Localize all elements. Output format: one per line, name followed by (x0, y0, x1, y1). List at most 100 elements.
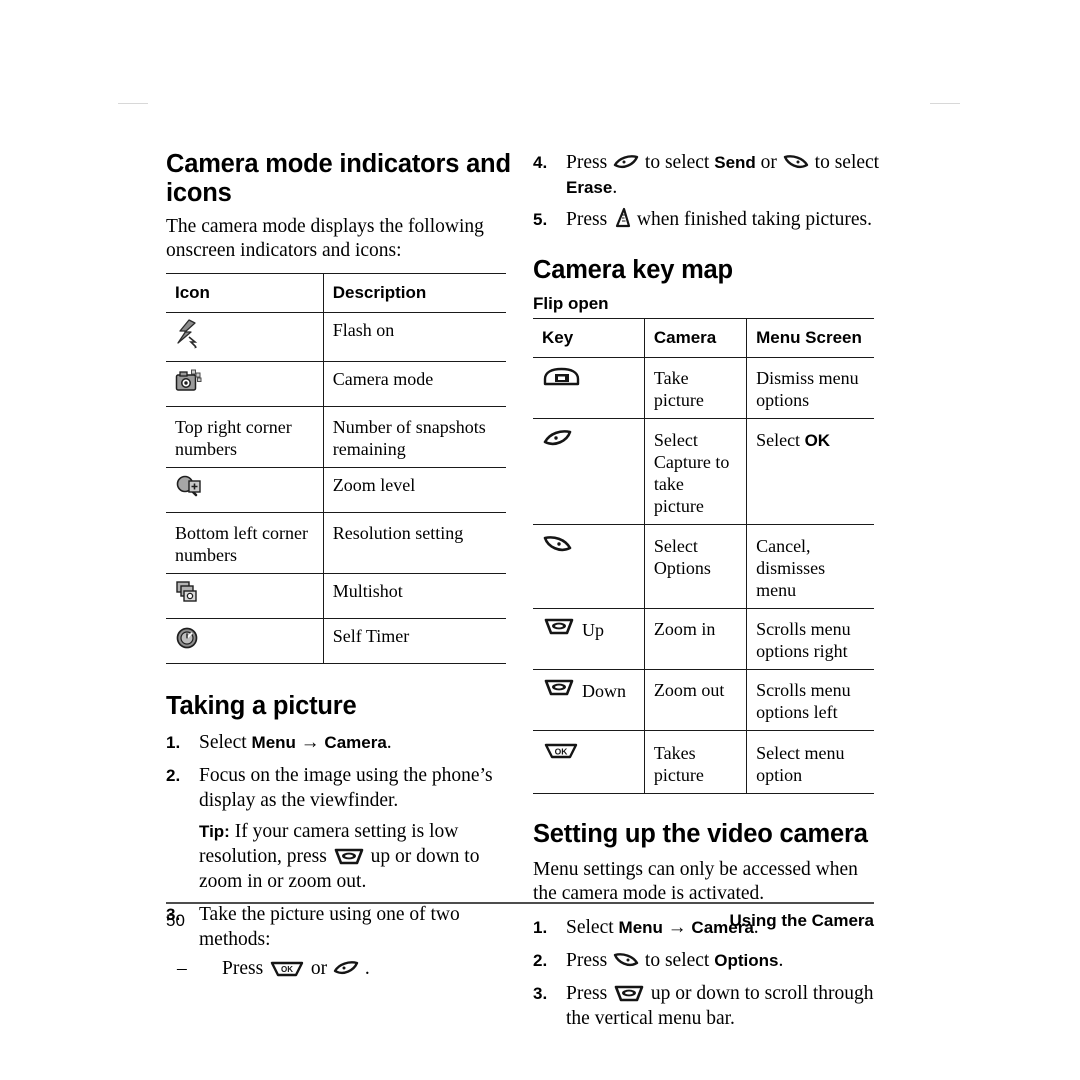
list-item-step-3: 3. Take the picture using one of two met… (166, 902, 514, 952)
step-text-tail: to select (809, 152, 880, 173)
intro-paragraph: The camera mode displays the following o… (166, 216, 484, 261)
column-header-menu-screen: Menu Screen (746, 318, 874, 358)
ok-key-icon: OK (268, 960, 306, 978)
cell-icon (166, 312, 324, 362)
cell-description: Camera mode (322, 361, 506, 407)
section-title-camera-key-map: Camera key map (533, 256, 733, 284)
cell-camera-action: Select Options (643, 524, 747, 609)
left-softkey-icon (612, 154, 640, 172)
left-column: Camera mode indicators and icons The cam… (166, 150, 514, 989)
nav-key-icon (542, 618, 576, 636)
video-camera-steps: 1. Select Menu → Camera. 2. Press to sel… (533, 915, 881, 1031)
cell-menu-action: Cancel, dismisses menu (746, 524, 874, 609)
table-row: Bottom left corner numbers Resolution se… (166, 512, 506, 574)
list-item-step-2: 2. Focus on the image using the phone’s … (166, 763, 514, 813)
cell-key-icon: Down (533, 669, 645, 731)
key-label-down: Down (582, 681, 626, 701)
list-item-step-3: 3. Press up or down to scroll through th… (533, 981, 881, 1031)
cell-description: Resolution setting (322, 512, 506, 574)
column-header-key: Key (533, 318, 645, 358)
section-title-taking-a-picture: Taking a picture (166, 692, 357, 720)
step-number: 5. (533, 210, 548, 229)
table-header-row: Icon Description (166, 273, 506, 313)
crop-mark-top-left (118, 103, 148, 104)
camera-indicators-table: Icon Description Flash on Camera mode To… (166, 273, 506, 664)
step-text-pre: Press (566, 152, 613, 173)
step-number: 3. (533, 984, 548, 1003)
nav-key-icon (332, 848, 366, 866)
camera-mode-icon (175, 368, 203, 394)
taking-picture-steps: 1. Select Menu → Camera. 2. Focus on the… (166, 730, 514, 981)
ui-term-menu: Menu (251, 733, 296, 752)
cell-description: Number of snapshots remaining (322, 406, 506, 468)
table-row: Camera mode (166, 361, 506, 407)
cell-icon-text: Bottom left corner numbers (166, 512, 324, 574)
list-item-substep: – Press OK or . (166, 956, 514, 981)
ui-term-options: Options (714, 951, 779, 970)
cell-icon (166, 573, 324, 619)
step-number: 4. (533, 153, 548, 172)
substep-text-mid: or (306, 958, 333, 979)
table-header-row: Key Camera Menu Screen (533, 318, 874, 358)
cell-menu-action: Select menu option (746, 730, 874, 794)
cell-menu-action-pre: Select (756, 430, 805, 450)
flash-on-icon (175, 319, 201, 349)
crop-mark-top-right (930, 103, 960, 104)
list-item-step-2: 2. Press to select Options. (533, 948, 881, 973)
cell-description: Self Timer (322, 618, 506, 664)
table-row: Multishot (166, 573, 506, 619)
cell-key-icon: Up (533, 608, 645, 670)
camera-key-map-table: Key Camera Menu Screen Take picture Dism… (533, 318, 874, 794)
table-row: Select Options Cancel, dismisses menu (533, 524, 874, 609)
continued-steps: 4. Press to select Send or to select Era… (533, 150, 881, 232)
camera-key-icon (542, 367, 582, 387)
step-text: Take the picture using one of two method… (199, 904, 460, 950)
cell-camera-action: Takes picture (643, 730, 747, 794)
step-text-pre: Select (199, 732, 252, 753)
cell-menu-action: Dismiss menu options (746, 357, 874, 419)
step-text-mid: to select (640, 152, 715, 173)
cell-description: Flash on (322, 312, 506, 362)
list-item-step-5: 5. Press when finished taking pictures. (533, 207, 881, 232)
step-number: 2. (166, 766, 181, 785)
step-text-pre: Press (566, 209, 613, 230)
cell-description: Multishot (322, 573, 506, 619)
cell-description: Zoom level (322, 467, 506, 513)
step-text-post: . (778, 950, 784, 971)
list-item-step-4: 4. Press to select Send or to select Era… (533, 150, 881, 200)
right-softkey-icon (612, 952, 640, 970)
right-softkey-icon (782, 154, 810, 172)
svg-text:OK: OK (281, 965, 293, 974)
right-softkey-icon (542, 535, 574, 555)
cell-menu-action: Scrolls menu options left (746, 669, 874, 731)
arrow-glyph: → (295, 732, 325, 753)
cell-icon (166, 361, 324, 407)
column-header-description: Description (322, 273, 506, 313)
substep-text-pre: Press (222, 958, 269, 979)
table-row: Down Zoom out Scrolls menu options left (533, 669, 874, 731)
cell-menu-action: Select OK (746, 418, 874, 525)
cell-key-icon (533, 357, 645, 419)
ui-term-camera: Camera (324, 733, 387, 752)
table-row: Zoom level (166, 467, 506, 513)
ui-term-erase: Erase (566, 178, 613, 197)
nav-key-icon (612, 985, 646, 1003)
substep-text-post: . (360, 958, 370, 979)
step-number: 2. (533, 951, 548, 970)
cell-key-icon (533, 418, 645, 525)
ok-key-icon: OK (542, 742, 580, 760)
footer-divider (166, 902, 874, 904)
table-row: OK Takes picture Select menu option (533, 730, 874, 794)
table-row: Top right corner numbers Number of snaps… (166, 406, 506, 468)
page-number: 50 (166, 911, 185, 930)
tip-block: Tip: If your camera setting is low resol… (166, 819, 514, 894)
svg-text:OK: OK (555, 747, 569, 757)
cell-camera-action: Select Capture to take picture (643, 418, 747, 525)
column-header-camera: Camera (643, 318, 747, 358)
cell-icon-text: Top right corner numbers (166, 406, 324, 468)
subsection-title-flip-open: Flip open (533, 294, 609, 313)
substep-dash: – (177, 958, 187, 979)
nav-key-icon (542, 679, 576, 697)
column-header-icon: Icon (166, 273, 324, 313)
ui-term-ok: OK (804, 431, 831, 450)
